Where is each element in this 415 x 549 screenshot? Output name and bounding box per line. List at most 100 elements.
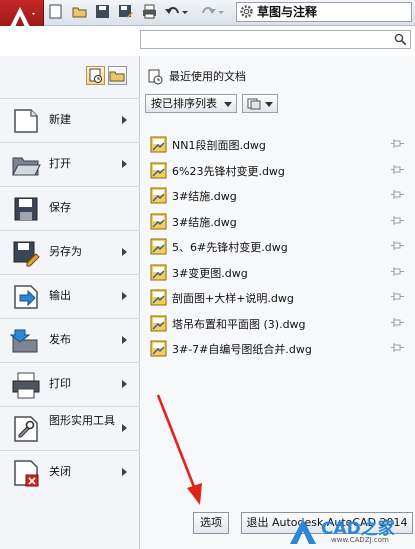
workspace-name: 草图与注释 [257,5,318,19]
save-icon[interactable] [94,3,111,20]
sort-order-dropdown[interactable]: 按已排序列表 [145,94,237,113]
menu-item-label: 关闭 [49,465,71,478]
pin-icon[interactable] [391,215,405,226]
folder-open-icon [12,157,41,176]
pin-icon[interactable] [391,139,405,149]
menu-item-new[interactable]: 新建 [0,98,140,142]
recent-file-item[interactable]: 3#结施.dwg [150,210,405,232]
recent-file-name: 6%23先锋村变更.dwg [172,164,285,178]
recent-documents-panel: 最近使用的文档 按已排序列表 NN1段剖面图.dwg 6%23先锋村变更.dwg 3… [141,56,415,549]
quick-access-toolbar: 草图与注释 [0,0,415,36]
pin-icon[interactable] [391,317,405,328]
recent-file-name: 3#结施.dwg [172,190,237,203]
menu-item-label: 保存 [49,201,71,214]
menu-item-export[interactable]: 输出 [0,274,140,318]
recent-file-name: 剖面图+大样+说明.dwg [172,292,294,305]
menu-item-close[interactable]: 关闭 [0,450,140,494]
watermark-url: www.CADZJ.com [331,536,389,544]
print-icon[interactable] [141,3,158,20]
recent-file-name: 3#结施.dwg [172,215,237,229]
pin-icon[interactable] [391,292,405,302]
recent-file-item[interactable]: 3#变更图.dwg [150,261,405,283]
menu-item-drawing-utilities[interactable]: 图形实用工具 [0,406,140,450]
dwg-file-icon [150,136,167,153]
dwg-file-icon [150,315,167,331]
recent-file-item[interactable]: 剖面图+大样+说明.dwg [150,286,405,308]
recent-file-name: 3#变更图.dwg [172,266,248,280]
redo-dropdown-icon[interactable] [217,3,225,20]
printer-icon [12,372,40,399]
application-menu-commands: 新建 打开 保存 另存为 输出 发布 打印 图形实用工具 关闭 [0,56,140,549]
publish-icon [10,329,38,353]
recent-file-item[interactable]: 3#-7#自编号图纸合并.dwg [150,337,405,359]
pin-icon[interactable] [391,190,405,200]
dwg-file-icon [150,264,167,280]
gear-icon [240,5,253,18]
recent-file-name: 塔吊布置和平面图 (3).dwg [172,317,306,331]
open-documents-icon [109,71,125,82]
dwg-file-icon [150,213,167,229]
dwg-file-icon [150,238,167,255]
drawing-utilities-icon [14,416,38,442]
submenu-arrow-icon [122,468,127,476]
menu-item-print[interactable]: 打印 [0,362,140,406]
display-mode-dropdown[interactable] [242,94,278,113]
new-file-icon [14,109,38,133]
recent-file-item[interactable]: 6%23先锋村变更.dwg [150,159,405,181]
icon-view-icon [247,98,261,110]
chevron-down-icon [224,102,232,107]
menu-item-label: 打开 [49,157,71,170]
menu-item-label: 图形实用工具 [49,414,115,427]
workspace-selector[interactable]: 草图与注释 [236,2,412,22]
pin-icon[interactable] [391,241,405,251]
menu-item-save-as[interactable]: 另存为 [0,230,140,274]
chevron-down-icon [265,102,273,107]
submenu-arrow-icon [122,424,127,432]
recent-documents-toggle[interactable] [86,66,105,85]
undo-dropdown-icon[interactable] [181,3,189,20]
recent-documents-icon [89,68,102,83]
open-folder-icon[interactable] [71,3,88,20]
save-as-icon[interactable] [117,3,134,20]
recent-file-name: 5、6#先锋村变更.dwg [172,241,288,254]
export-icon [14,285,38,309]
submenu-arrow-icon [122,292,127,300]
recent-documents-title: 最近使用的文档 [169,70,246,83]
recent-file-item[interactable]: 3#结施.dwg [150,184,405,206]
search-icon[interactable] [394,33,407,46]
menu-item-open[interactable]: 打开 [0,142,140,186]
recent-file-item[interactable]: 5、6#先锋村变更.dwg [150,235,405,257]
sort-order-label: 按已排序列表 [151,97,217,110]
recent-documents-icon [148,69,163,85]
search-box[interactable] [140,30,411,49]
pin-icon[interactable] [391,343,405,353]
undo-icon[interactable] [164,3,181,20]
menu-item-label: 新建 [49,113,71,126]
menu-item-publish[interactable]: 发布 [0,318,140,362]
menu-item-label: 输出 [49,289,71,302]
new-icon[interactable] [47,3,64,20]
dwg-file-icon [150,289,167,306]
menu-item-save[interactable]: 保存 [0,186,140,230]
recent-file-item[interactable]: NN1段剖面图.dwg [150,133,405,155]
pin-icon[interactable] [391,266,405,277]
search-input[interactable] [141,31,381,48]
pin-icon[interactable] [391,164,405,175]
menu-item-label: 打印 [49,377,71,390]
recent-file-name: NN1段剖面图.dwg [172,139,266,152]
recent-file-name: 3#-7#自编号图纸合并.dwg [172,343,312,356]
submenu-arrow-icon [122,336,127,344]
redo-icon[interactable] [200,3,217,20]
recent-file-item[interactable]: 塔吊布置和平面图 (3).dwg [150,312,405,334]
dwg-file-icon [150,162,167,178]
dwg-file-icon [150,340,167,357]
submenu-arrow-icon [122,248,127,256]
open-documents-toggle[interactable] [108,66,127,85]
watermark-logo-icon [290,519,316,544]
search-row [0,26,415,56]
menu-item-label: 另存为 [49,245,82,258]
options-button[interactable]: 选项 [193,512,229,534]
save-as-icon [13,241,40,267]
menu-item-label: 发布 [49,333,71,346]
submenu-arrow-icon [122,116,127,124]
